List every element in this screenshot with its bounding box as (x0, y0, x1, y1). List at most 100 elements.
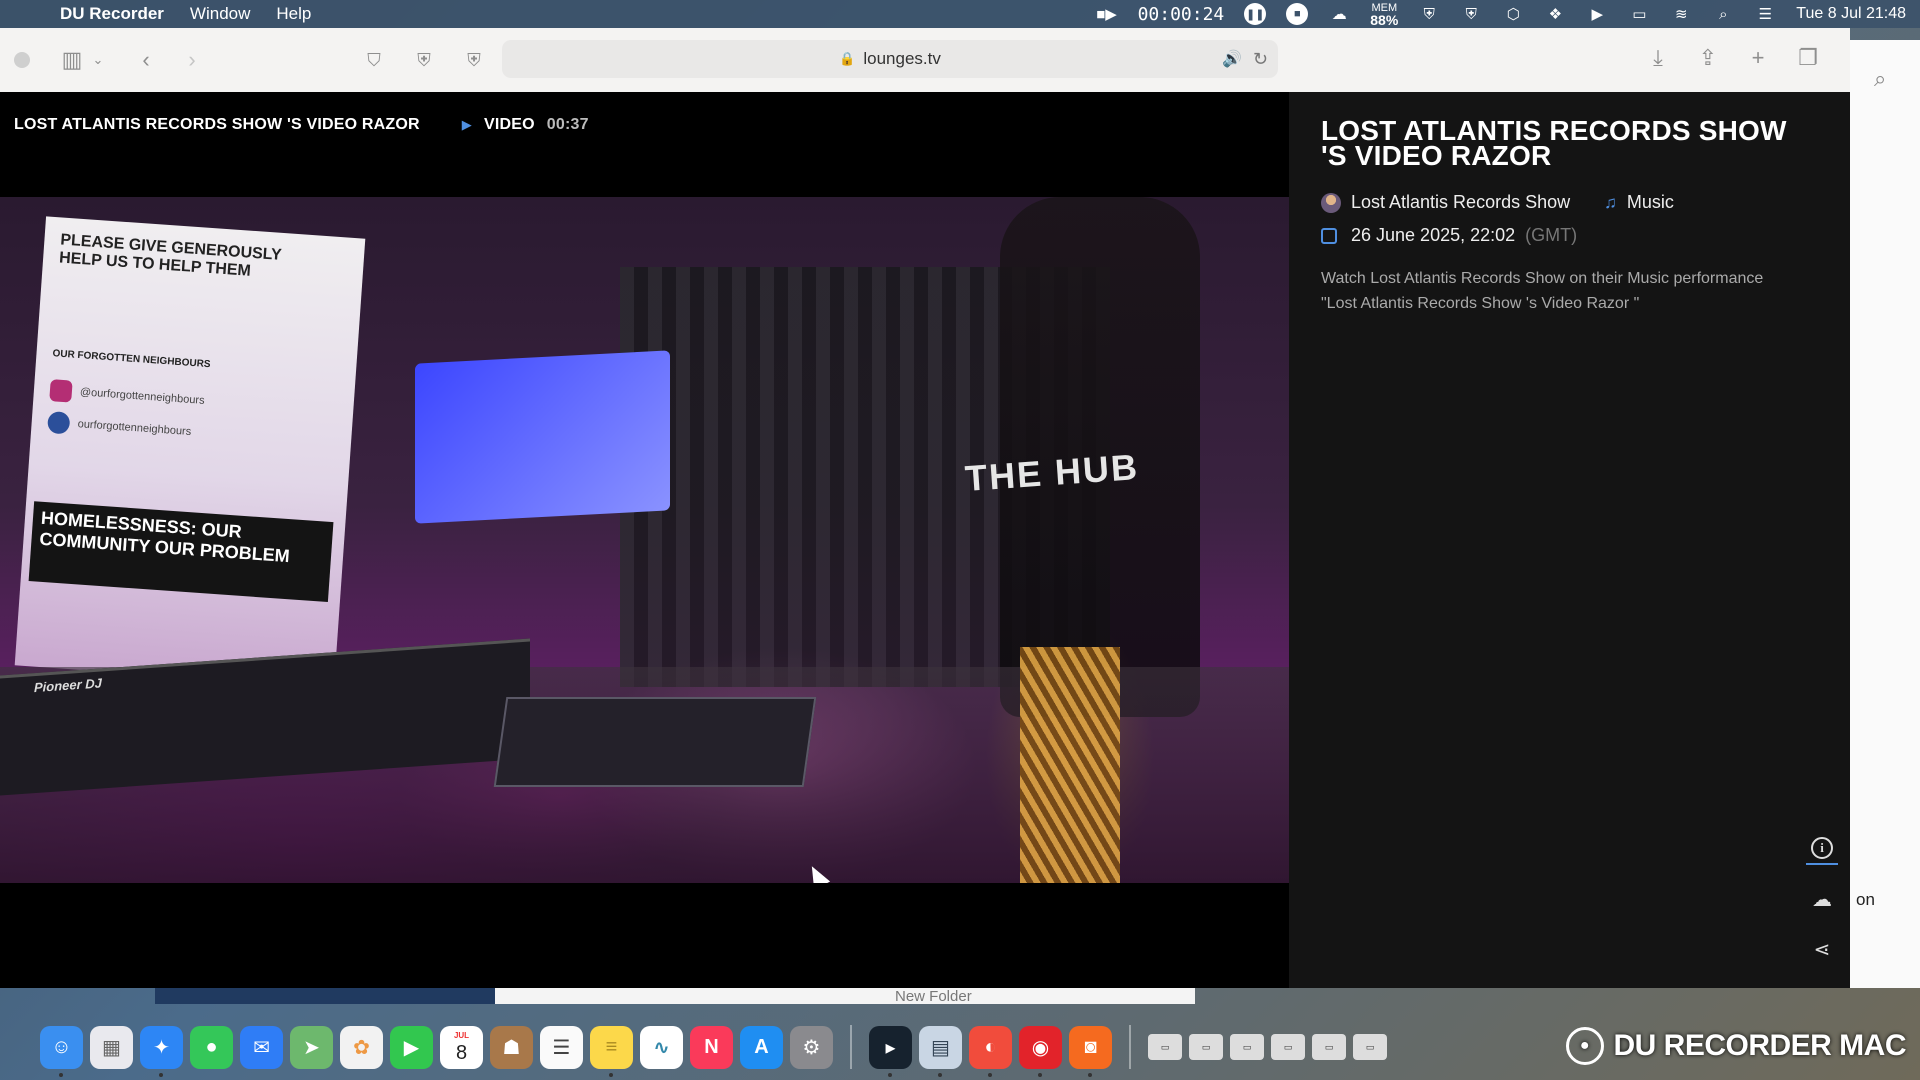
spotlight-search-icon[interactable]: ⌕ (1712, 4, 1734, 24)
share-icon[interactable]: ⇪ (1692, 42, 1724, 74)
back-icon[interactable]: ‹ (130, 44, 162, 76)
shield-icon[interactable]: ⛨ (1418, 4, 1440, 24)
battery-icon[interactable]: ▭ (1628, 4, 1650, 24)
speaker-icon[interactable]: 🔊 (1222, 49, 1242, 69)
new-folder-label[interactable]: New Folder (895, 988, 972, 1005)
sidebar-toggle-icon[interactable]: ▥ (56, 44, 88, 76)
wifi-icon[interactable]: ≋ (1670, 4, 1692, 24)
recording-timer: 00:00:24 (1137, 3, 1225, 25)
finder-window-strip[interactable]: New Folder (495, 988, 1195, 1005)
banner-facebook-handle: ourforgottenneighbours (77, 418, 192, 439)
chevron-down-icon[interactable]: ⌄ (88, 44, 108, 76)
charity-banner: PLEASE GIVE GENEROUSLY HELP US TO HELP T… (14, 216, 366, 688)
channel-link[interactable]: Lost Atlantis Records Show (1351, 192, 1570, 213)
dropbox-icon[interactable]: ❖ (1544, 4, 1566, 24)
video-description: Watch Lost Atlantis Records Show on thei… (1321, 270, 1764, 312)
recorder-watermark-icon: ● (1565, 1027, 1604, 1065)
search-icon[interactable]: ⌕ (1874, 66, 1886, 92)
background-window[interactable]: ⌕ on (1850, 40, 1920, 988)
mail-icon[interactable]: ✉ (240, 1025, 283, 1069)
menu-window[interactable]: Window (190, 4, 250, 24)
app-store-icon[interactable]: A (740, 1025, 783, 1069)
play-circle-icon[interactable]: ▶ (1586, 4, 1608, 24)
extension-shield-icon[interactable]: ⛨ (408, 44, 440, 76)
minimized-window-5[interactable]: ▭ (1312, 1034, 1346, 1060)
active-tab-indicator (1806, 863, 1838, 865)
banner-org: OUR FORGOTTEN NEIGHBOURS (52, 348, 211, 371)
chat-icon[interactable]: ☁ (1806, 883, 1838, 915)
background-window-strip[interactable] (155, 988, 495, 1004)
photos-icon[interactable]: ✿ (340, 1025, 383, 1069)
share-icon[interactable]: ⋖ (1806, 933, 1838, 965)
facetime-icon[interactable]: ▶ (390, 1025, 433, 1069)
menu-help[interactable]: Help (276, 4, 311, 24)
duckduckgo-icon[interactable]: ◐ (969, 1025, 1012, 1077)
info-icon[interactable]: i (1811, 837, 1833, 859)
weather-icon[interactable]: ☁ (1328, 4, 1350, 24)
finder-icon[interactable]: ☺ (40, 1025, 83, 1077)
turntable (493, 697, 817, 787)
memory-meter[interactable]: MEM 88% (1370, 2, 1398, 27)
terminal-app-icon[interactable]: ▸ (869, 1025, 912, 1077)
channel-avatar[interactable] (1321, 192, 1341, 213)
video-frame[interactable]: PLEASE GIVE GENEROUSLY HELP US TO HELP T… (0, 197, 1289, 883)
minimized-window-1[interactable]: ▭ (1148, 1034, 1182, 1060)
notes-icon[interactable]: ≡ (590, 1025, 633, 1077)
facebook-icon (46, 411, 71, 435)
recorder-watermark: ● DU RECORDER MAC (1565, 1027, 1907, 1065)
music-note-icon: ♫ (1604, 192, 1617, 212)
minimized-window-3[interactable]: ▭ (1230, 1034, 1264, 1060)
video-player[interactable]: LOST ATLANTIS RECORDS SHOW 'S VIDEO RAZO… (0, 92, 1289, 988)
banner-instagram-handle: @ourforgottenneighbours (79, 386, 205, 407)
shield-alert-icon[interactable]: ⛨ (1460, 4, 1482, 24)
tab-overview-icon[interactable]: ❐ (1792, 42, 1824, 74)
new-tab-icon[interactable]: + (1742, 42, 1774, 74)
timezone-label: (GMT) (1525, 225, 1578, 245)
news-icon[interactable]: N (690, 1025, 733, 1069)
publish-date: 26 June 2025, 22:02 (1351, 225, 1516, 245)
play-icon: ▶ (461, 117, 472, 132)
app-menu[interactable]: DU Recorder (60, 4, 164, 24)
preview-icon[interactable]: ▤ (919, 1025, 962, 1077)
recorder-pro-icon[interactable]: ◉ (1019, 1025, 1062, 1077)
freeform-icon[interactable]: ∿ (640, 1025, 683, 1069)
instagram-icon (49, 379, 73, 403)
address-bar[interactable]: 🔒 lounges.tv 🔊 ↻ (502, 40, 1278, 78)
player-header: LOST ATLANTIS RECORDS SHOW 'S VIDEO RAZO… (14, 116, 589, 134)
video-duration: 00:37 (546, 116, 589, 133)
menubar-clock[interactable]: Tue 8 Jul 21:48 (1796, 5, 1906, 23)
control-center-icon[interactable]: ☰ (1754, 4, 1776, 24)
badge-icon[interactable]: ⬡ (1502, 4, 1524, 24)
calendar-icon[interactable]: JUL 8 (440, 1025, 483, 1069)
category-link[interactable]: Music (1627, 192, 1674, 213)
reminders-icon[interactable]: ☰ (540, 1025, 583, 1069)
laptop (415, 350, 670, 524)
browser-toolbar: ▥ ⌄ ‹ › ⛉ ⛨ ⛨ 🔒 lounges.tv 🔊 ↻ ⤓ ⇪ + ❐ (0, 28, 1850, 92)
forward-icon[interactable]: › (176, 44, 208, 76)
pause-recording-icon[interactable]: ❚❚ (1244, 3, 1267, 25)
minimized-window-2[interactable]: ▭ (1189, 1034, 1223, 1060)
mixer-brand: Pioneer DJ (34, 675, 102, 696)
safari-icon[interactable]: ✦ (140, 1025, 183, 1077)
extension-shield-2-icon[interactable]: ⛨ (458, 44, 490, 76)
video-info-panel: LOST ATLANTIS RECORDS SHOW 'S VIDEO RAZO… (1289, 92, 1850, 988)
channel-row: Lost Atlantis Records Show ♫ Music (1321, 192, 1818, 213)
window-close-icon[interactable] (14, 52, 30, 68)
recording-camera-icon[interactable]: ■▶ (1096, 4, 1118, 24)
watermark-text: DU RECORDER MAC (1613, 1029, 1907, 1062)
banner-slogan: HOMELESSNESS: OUR COMMUNITY OUR PROBLEM (28, 501, 334, 602)
maps-icon[interactable]: ➤ (290, 1025, 333, 1069)
download-icon[interactable]: ⤓ (1642, 42, 1674, 74)
contacts-icon[interactable]: ☗ (490, 1025, 533, 1069)
reload-icon[interactable]: ↻ (1253, 49, 1268, 70)
launchpad-icon[interactable]: ▦ (90, 1025, 133, 1069)
stop-recording-icon[interactable]: ■ (1286, 3, 1309, 25)
du-recorder-icon[interactable]: ◙ (1069, 1025, 1112, 1077)
minimized-window-6[interactable]: ▭ (1353, 1034, 1387, 1060)
minimized-window-4[interactable]: ▭ (1271, 1034, 1305, 1060)
messages-icon[interactable]: ● (190, 1025, 233, 1069)
privacy-shield-icon[interactable]: ⛉ (358, 44, 390, 76)
date-row: 26 June 2025, 22:02 (GMT) (1321, 225, 1818, 246)
system-settings-icon[interactable]: ⚙ (790, 1025, 833, 1069)
calendar-month: JUL (453, 1031, 470, 1040)
